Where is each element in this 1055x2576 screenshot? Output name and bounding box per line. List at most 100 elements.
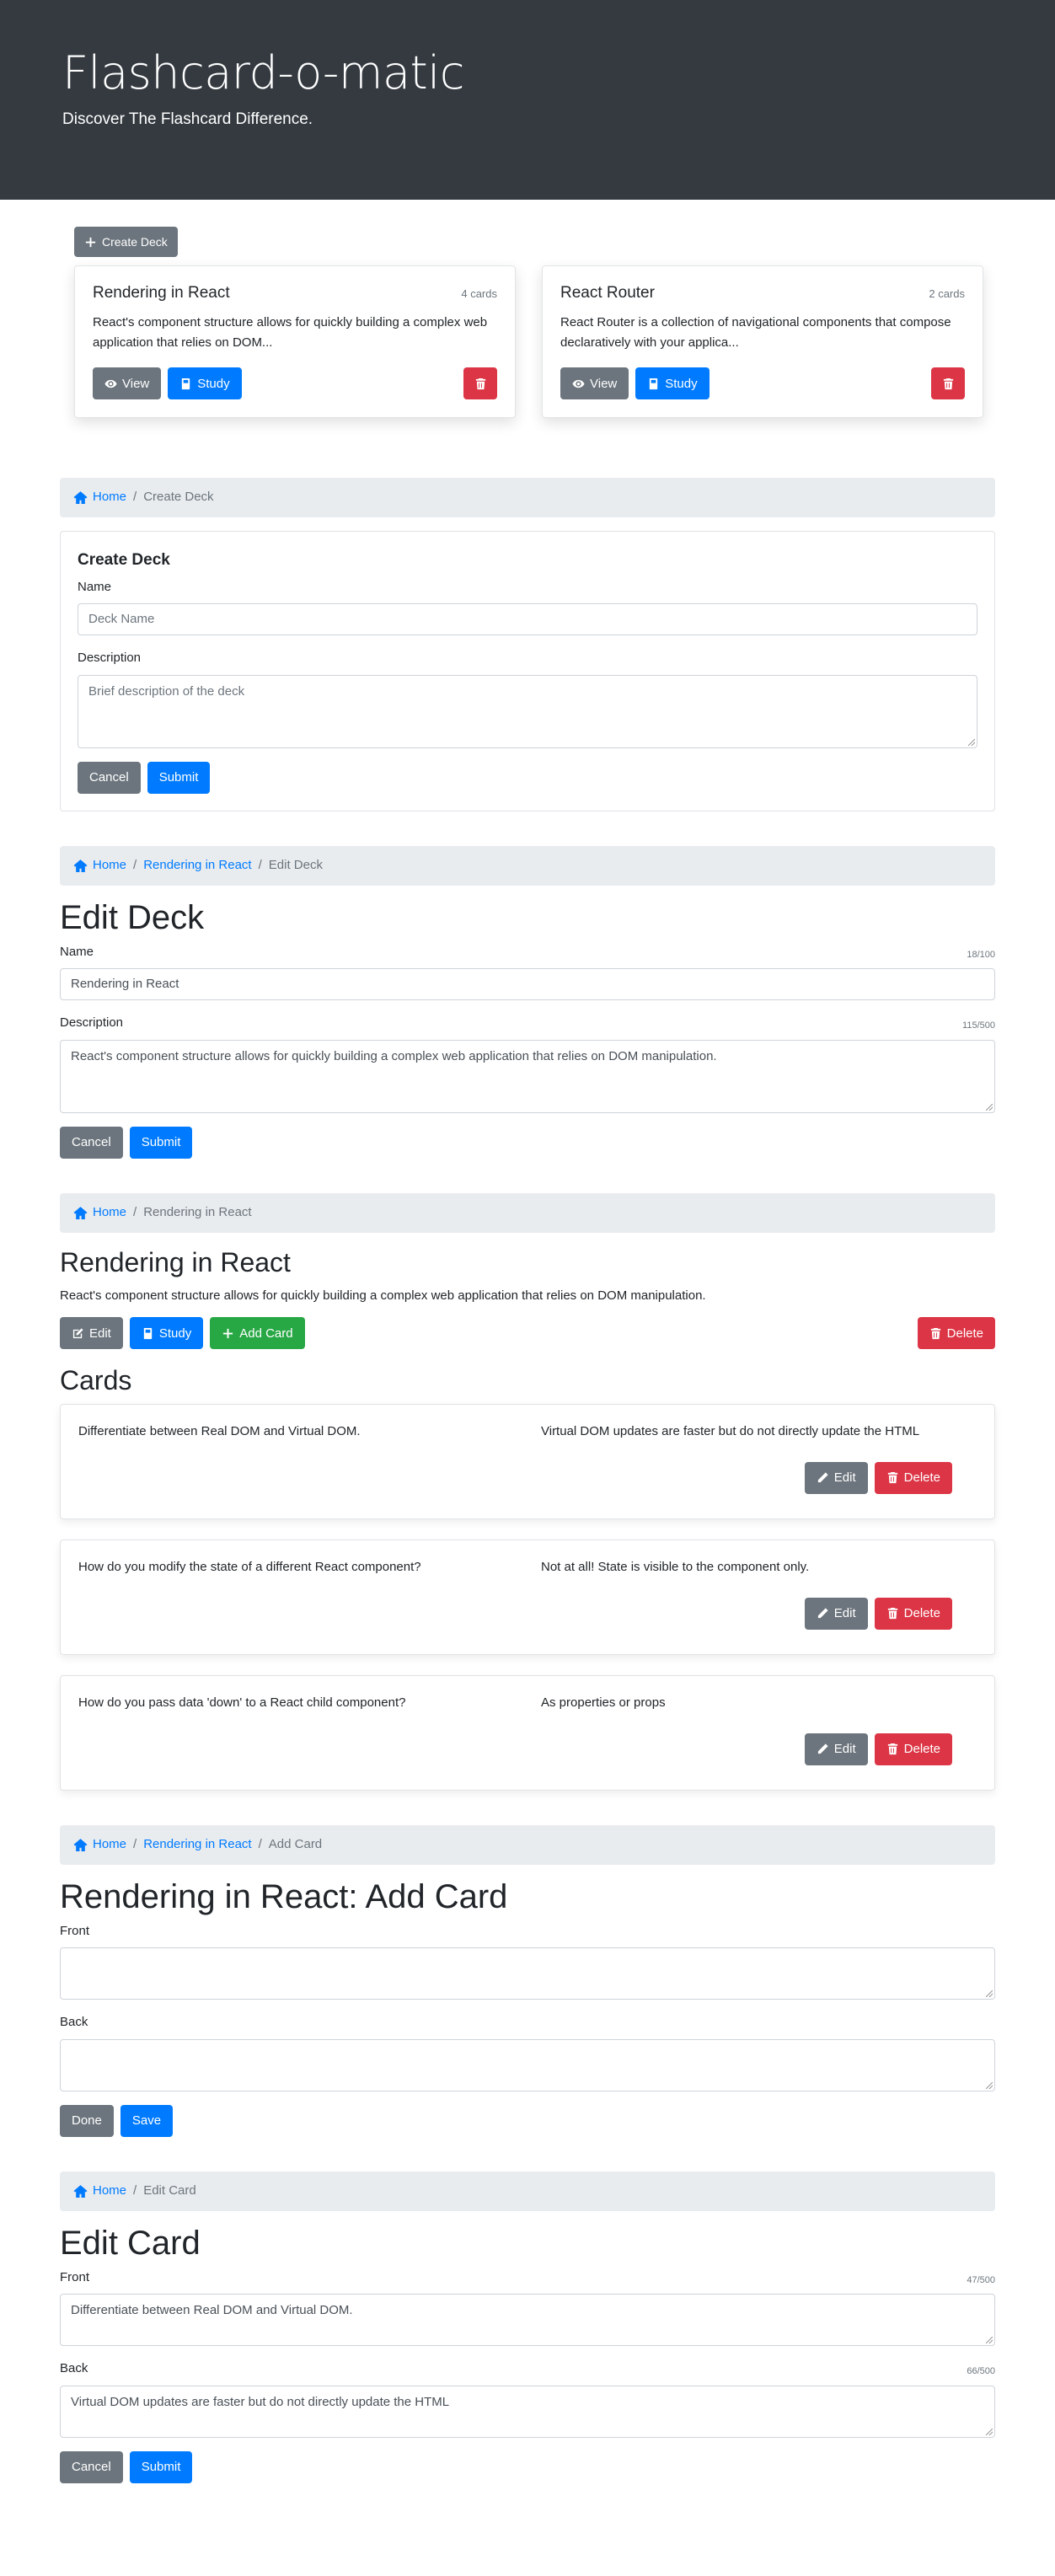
edit-card-button[interactable]: Edit — [804, 1733, 868, 1765]
save-button[interactable]: Save — [120, 2104, 174, 2137]
breadcrumb-home[interactable]: Home — [73, 856, 126, 876]
deck-description: React Router is a collection of navigati… — [560, 314, 951, 350]
breadcrumb-separator: / — [133, 490, 137, 505]
trash-icon — [886, 1607, 899, 1620]
app-subtitle: Discover The Flashcard Difference. — [62, 110, 313, 129]
front-char-counter: 47/500 — [967, 2274, 995, 2285]
submit-button[interactable]: Submit — [147, 761, 211, 794]
edit-icon — [72, 1327, 84, 1340]
trash-icon — [886, 1743, 899, 1755]
eye-icon — [104, 378, 117, 390]
view-label: View — [590, 376, 618, 391]
deck-description-input[interactable]: React's component structure allows for q… — [60, 1039, 995, 1113]
breadcrumb-home-label: Home — [93, 857, 127, 872]
deck-card: Rendering in React 4 cards React's compo… — [74, 265, 516, 418]
create-deck-button[interactable]: Create Deck — [74, 227, 178, 257]
deck-card: React Router 2 cards React Router is a c… — [542, 265, 983, 418]
card-item: Differentiate between Real DOM and Virtu… — [60, 1403, 995, 1519]
page-title: Edit Deck — [60, 898, 205, 936]
card-front-text: How do you modify the state of a differe… — [78, 1559, 421, 1574]
book-icon — [647, 378, 660, 390]
study-deck-button[interactable]: Study — [129, 1317, 204, 1350]
deck-card-count: 2 cards — [929, 287, 965, 300]
back-char-counter: 66/500 — [967, 2366, 995, 2377]
delete-label: Delete — [903, 1470, 940, 1486]
card-front-input[interactable] — [60, 1947, 995, 2000]
breadcrumb-current: Edit Deck — [268, 857, 323, 872]
description-label: Description — [60, 1015, 124, 1030]
trash-icon — [942, 378, 955, 390]
breadcrumb-deck[interactable]: Rendering in React — [143, 856, 251, 876]
app-header: Flashcard-o-matic Discover The Flashcard… — [0, 0, 1055, 200]
delete-card-button[interactable]: Delete — [874, 1733, 952, 1765]
breadcrumb-home[interactable]: Home — [73, 488, 126, 507]
card-item: How do you modify the state of a differe… — [60, 1539, 995, 1655]
deck-name-input[interactable]: Deck Name — [78, 603, 977, 635]
card-back-text: Not at all! State is visible to the comp… — [541, 1559, 810, 1574]
page-title: Edit Card — [60, 2224, 201, 2262]
description-label: Description — [78, 651, 142, 665]
card-front-text: Differentiate between Real DOM and Virtu… — [78, 1423, 361, 1438]
breadcrumb-separator: / — [133, 1837, 137, 1852]
deck-description-input[interactable]: Brief description of the deck — [78, 674, 977, 748]
add-card-page: Home / Rendering in React / Add Card Ren… — [60, 1824, 995, 2137]
deck-view-page: Home / Rendering in React Rendering in R… — [60, 1192, 995, 1791]
delete-deck-button[interactable] — [931, 367, 965, 399]
deck-title: Rendering in React — [60, 1246, 291, 1277]
cancel-button[interactable]: Cancel — [60, 1126, 123, 1159]
breadcrumb-home-label: Home — [93, 490, 127, 505]
study-label: Study — [665, 376, 698, 391]
deck-description: React's component structure allows for q… — [93, 314, 488, 350]
breadcrumb-home-label: Home — [93, 1204, 127, 1219]
breadcrumb-separator: / — [133, 1204, 137, 1219]
breadcrumb-home[interactable]: Home — [73, 1835, 126, 1855]
breadcrumb-separator: / — [258, 857, 262, 872]
cancel-button[interactable]: Cancel — [60, 2450, 123, 2483]
breadcrumb: Home / Rendering in React — [60, 1192, 995, 1233]
back-label: Back — [60, 2361, 88, 2376]
delete-card-button[interactable]: Delete — [874, 1597, 952, 1630]
edit-label: Edit — [833, 1470, 856, 1486]
breadcrumb-current: Edit Card — [143, 2183, 196, 2198]
done-button[interactable]: Done — [60, 2104, 114, 2137]
view-deck-button[interactable]: View — [93, 367, 162, 399]
submit-button[interactable]: Submit — [129, 2450, 193, 2483]
breadcrumb-home[interactable]: Home — [73, 2182, 126, 2201]
front-label: Front — [60, 2269, 90, 2284]
name-label: Name — [60, 944, 94, 959]
add-card-button[interactable]: Add Card — [210, 1317, 305, 1350]
deck-card-count: 4 cards — [461, 287, 497, 300]
card-item: How do you pass data 'down' to a React c… — [60, 1674, 995, 1791]
edit-card-button[interactable]: Edit — [804, 1597, 868, 1630]
edit-card-button[interactable]: Edit — [804, 1461, 868, 1494]
cancel-button[interactable]: Cancel — [78, 761, 141, 794]
card-back-input[interactable] — [60, 2038, 995, 2091]
submit-button[interactable]: Submit — [129, 1126, 193, 1159]
edit-deck-button[interactable]: Edit — [60, 1317, 123, 1350]
front-label: Front — [60, 1923, 90, 1938]
card-back-text: As properties or props — [541, 1695, 666, 1710]
view-deck-button[interactable]: View — [560, 367, 629, 399]
card-front-text: How do you pass data 'down' to a React c… — [78, 1695, 406, 1710]
study-label: Study — [197, 376, 230, 391]
create-deck-label: Create Deck — [102, 235, 168, 249]
card-back-input[interactable]: Virtual DOM updates are faster but do no… — [60, 2385, 995, 2438]
breadcrumb-home-label: Home — [93, 2183, 127, 2198]
deck-list: Create Deck Rendering in React 4 cards R… — [0, 200, 1055, 478]
breadcrumb-home[interactable]: Home — [73, 1203, 126, 1223]
deck-name-input[interactable]: Rendering in React — [60, 968, 995, 1000]
delete-card-button[interactable]: Delete — [874, 1461, 952, 1494]
delete-deck-button[interactable]: Delete — [917, 1317, 995, 1350]
delete-deck-button[interactable] — [463, 367, 497, 399]
breadcrumb-separator: / — [258, 1837, 262, 1852]
study-label: Study — [158, 1325, 192, 1341]
name-label: Name — [78, 579, 112, 594]
card-list: Differentiate between Real DOM and Virtu… — [60, 1403, 995, 1791]
study-deck-button[interactable]: Study — [635, 367, 710, 399]
create-deck-page: Home / Create Deck Create Deck Name Deck… — [60, 478, 995, 811]
study-deck-button[interactable]: Study — [168, 367, 242, 399]
card-front-input[interactable]: Differentiate between Real DOM and Virtu… — [60, 2294, 995, 2347]
breadcrumb-deck[interactable]: Rendering in React — [143, 1835, 251, 1855]
deck-name: React Router — [560, 284, 655, 302]
home-icon — [73, 1206, 88, 1220]
